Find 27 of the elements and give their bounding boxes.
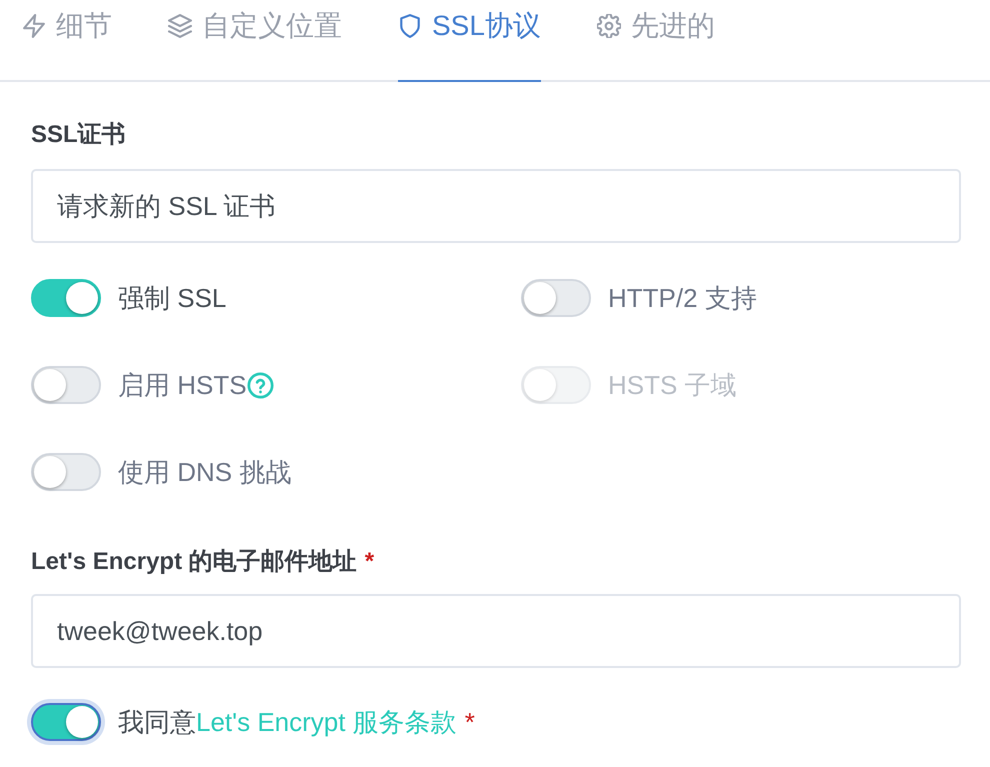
toggle-switch[interactable] bbox=[31, 453, 101, 491]
agreement-text: 我同意Let's Encrypt 服务条款 bbox=[118, 706, 457, 739]
required-mark: * bbox=[464, 706, 475, 739]
toggle-switch[interactable] bbox=[27, 699, 105, 745]
terms-link[interactable]: Let's Encrypt 服务条款 bbox=[196, 707, 457, 737]
field-label: SSL证书 bbox=[31, 120, 126, 150]
switch-label: HTTP/2 支持 bbox=[608, 282, 757, 315]
toggle-switch[interactable] bbox=[521, 279, 591, 317]
layers-icon bbox=[168, 14, 192, 38]
shield-icon bbox=[398, 14, 422, 38]
switch-label: 使用 DNS 挑战 bbox=[118, 456, 292, 489]
required-mark: * bbox=[364, 547, 374, 577]
lightning-icon bbox=[22, 14, 46, 38]
switch-label: HSTS 子域 bbox=[608, 369, 737, 402]
tab[interactable]: 细节 bbox=[22, 0, 112, 82]
toggle-switch[interactable] bbox=[31, 366, 101, 404]
certificate-field[interactable]: 请求新的 SSL 证书 bbox=[31, 169, 961, 243]
email-field[interactable]: tweek@tweek.top bbox=[31, 594, 961, 668]
tab[interactable]: 自定义位置 bbox=[168, 0, 342, 82]
tab[interactable]: SSL协议 bbox=[398, 0, 541, 82]
switch-label: 启用 HSTS bbox=[118, 369, 247, 402]
tab[interactable]: 先进的 bbox=[596, 0, 715, 82]
field-label: Let's Encrypt 的电子邮件地址 bbox=[31, 547, 357, 577]
toggle-switch[interactable] bbox=[31, 279, 101, 317]
switch-label: 强制 SSL bbox=[118, 282, 226, 315]
settings-icon bbox=[596, 14, 621, 38]
help-icon[interactable] bbox=[246, 372, 274, 398]
